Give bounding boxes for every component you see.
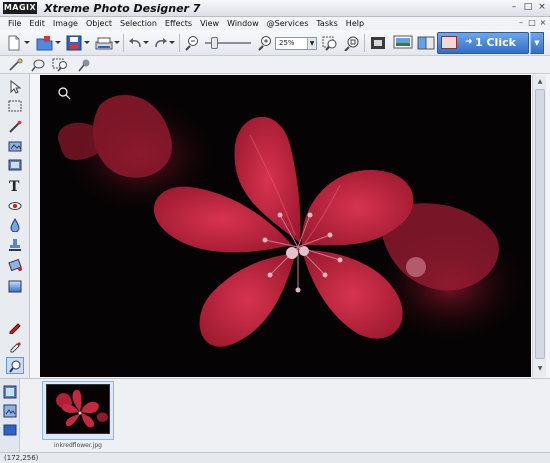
chevron-down-icon[interactable]: ▼: [307, 38, 316, 49]
arrow-icon[interactable]: [6, 78, 24, 95]
magix-logo: MAGIX: [3, 2, 37, 14]
menu-view[interactable]: View: [196, 17, 223, 30]
zoom-in-icon[interactable]: [256, 34, 274, 52]
menu-selection[interactable]: Selection: [116, 17, 161, 30]
zoom-fit-icon[interactable]: [321, 34, 339, 52]
zoom-region-icon[interactable]: [52, 57, 70, 73]
cursor-coordinates: (172,256): [4, 454, 39, 462]
scan-icon[interactable]: [95, 34, 113, 52]
fill-icon[interactable]: [6, 256, 24, 273]
zoom-slider-thumb[interactable]: [211, 37, 218, 49]
status-bar: (172,256): [0, 452, 550, 463]
doc-close-button[interactable]: ×: [538, 18, 548, 27]
zoom-out-icon[interactable]: [183, 34, 201, 52]
menu-bar: File Edit Image Object Selection Effects…: [0, 17, 550, 30]
red-flower-photo: [40, 75, 531, 377]
image-icon: [441, 36, 457, 49]
clone-icon[interactable]: [6, 137, 24, 154]
pen-icon[interactable]: [6, 318, 24, 335]
menu-file[interactable]: File: [4, 17, 25, 30]
brush-icon[interactable]: [6, 118, 24, 135]
zoom-level-select[interactable]: 25% ▼: [275, 37, 317, 50]
new-dropdown-icon[interactable]: [23, 34, 32, 52]
redo-dropdown-icon[interactable]: [168, 34, 177, 52]
maximize-button[interactable]: □: [522, 2, 534, 14]
doc-restore-button[interactable]: □: [527, 18, 537, 27]
one-click-dropdown[interactable]: ▼: [530, 32, 544, 54]
svg-text:T: T: [9, 179, 20, 193]
menu-object[interactable]: Object: [82, 17, 116, 30]
print-icon[interactable]: [391, 33, 415, 53]
tray-objects-icon[interactable]: [2, 421, 18, 438]
dropper-icon[interactable]: [6, 337, 24, 354]
menu-tasks[interactable]: Tasks: [312, 17, 341, 30]
image-icon[interactable]: [6, 156, 24, 173]
magic-wand-icon[interactable]: [7, 57, 25, 73]
open-dropdown-icon[interactable]: [54, 34, 63, 52]
menu-help[interactable]: Help: [342, 17, 368, 30]
tray-albums-icon[interactable]: [2, 402, 18, 419]
menu-services[interactable]: @Services: [263, 17, 313, 30]
lasso-icon[interactable]: [29, 57, 47, 73]
drop-icon[interactable]: [6, 216, 24, 233]
text-icon[interactable]: T: [6, 177, 24, 194]
open-icon[interactable]: [36, 34, 54, 52]
save-icon[interactable]: [65, 34, 83, 52]
tray-photos-icon[interactable]: [2, 383, 18, 400]
doc-minimize-button[interactable]: –: [516, 18, 526, 27]
photo-canvas[interactable]: [40, 75, 531, 377]
gradient-icon[interactable]: [6, 278, 24, 295]
toolbar-separator: [179, 34, 180, 52]
crop-icon[interactable]: [368, 33, 388, 53]
menu-window[interactable]: Window: [223, 17, 263, 30]
stamp-icon[interactable]: [6, 236, 24, 253]
close-button[interactable]: ×: [536, 2, 548, 14]
app-title: Xtreme Photo Designer 7: [44, 2, 201, 15]
vertical-scrollbar[interactable]: ▲ ▼: [532, 75, 546, 377]
minimize-button[interactable]: –: [508, 2, 520, 14]
scan-dropdown-icon[interactable]: [113, 34, 122, 52]
toolbar-separator: [364, 34, 365, 52]
thumbnail-image[interactable]: [46, 384, 110, 434]
arrow-right-icon: ➜: [465, 37, 473, 47]
menu-edit[interactable]: Edit: [25, 17, 49, 30]
red-eye-icon[interactable]: [6, 197, 24, 214]
zoom-level-value: 25%: [279, 39, 295, 47]
save-dropdown-icon[interactable]: [83, 34, 92, 52]
menu-effects[interactable]: Effects: [161, 17, 196, 30]
compare-icon[interactable]: [416, 33, 436, 53]
undo-dropdown-icon[interactable]: [142, 34, 151, 52]
new-icon[interactable]: [5, 34, 23, 52]
scroll-down-icon[interactable]: ▼: [534, 363, 546, 375]
select-rect-icon[interactable]: [6, 97, 24, 114]
pin-icon[interactable]: [75, 57, 93, 73]
menu-image[interactable]: Image: [49, 17, 82, 30]
magnify-icon[interactable]: [6, 357, 24, 374]
zoom-actual-icon[interactable]: [343, 34, 361, 52]
title-bar: MAGIX Xtreme Photo Designer 7 – □ ×: [0, 0, 550, 17]
toolbar-separator: [123, 34, 124, 52]
thumbnail-filename: inkredflower.jpg: [54, 442, 102, 449]
scrollbar-thumb[interactable]: [535, 89, 545, 359]
scroll-up-icon[interactable]: ▲: [534, 76, 546, 88]
